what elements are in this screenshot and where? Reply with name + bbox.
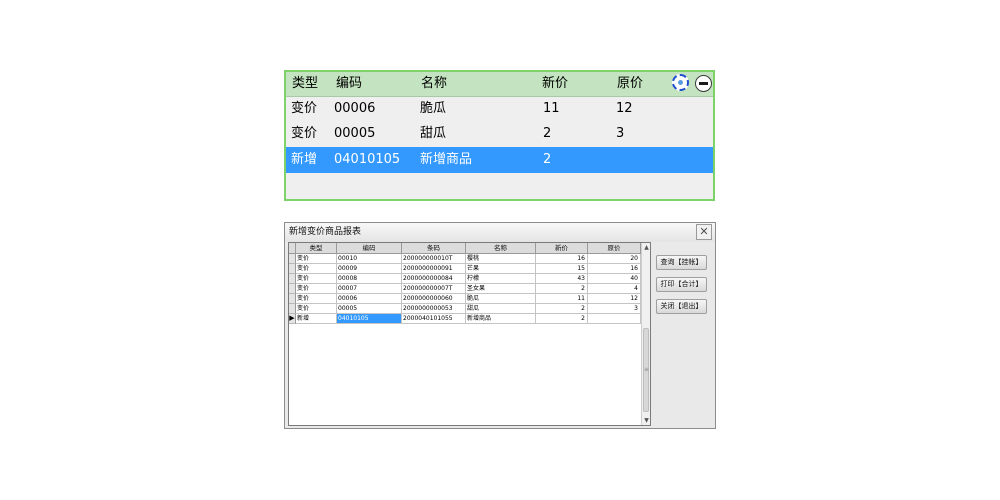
row-type: 变价 <box>291 101 318 116</box>
row-type: 变价 <box>291 126 318 141</box>
cell-name[interactable]: 新增商品 <box>466 314 536 324</box>
cell-old-price[interactable]: 12 <box>588 294 641 304</box>
cell-new-price[interactable]: 2 <box>536 314 588 324</box>
row-header-corner <box>289 243 296 254</box>
cell-new-price[interactable]: 43 <box>536 274 588 284</box>
col-header-code[interactable]: 编码 <box>337 243 402 254</box>
dialog-title: 新增变价商品报表 <box>289 227 362 237</box>
cell-barcode[interactable]: 2000040101055 <box>402 314 466 324</box>
price-change-panel: 类型 编码 名称 新价 原价 变价 00006 脆瓜 11 12 变价 0000… <box>284 70 715 201</box>
row-code: 00005 <box>334 126 376 141</box>
cell-barcode[interactable]: 2000000000053 <box>402 304 466 314</box>
row-new-price: 11 <box>543 101 560 116</box>
cell-type[interactable]: 变价 <box>296 294 337 304</box>
cell-barcode[interactable]: 2000000000091 <box>402 264 466 274</box>
cell-name[interactable]: 甜瓜 <box>466 304 536 314</box>
col-header-name[interactable]: 名称 <box>466 243 536 254</box>
panel-row[interactable]: 变价 00006 脆瓜 11 12 <box>286 96 713 122</box>
report-dialog: 新增变价商品报表 ✕ 类型 编码 条码 名称 新价 原价 变价 00010 20… <box>284 222 716 429</box>
cell-type[interactable]: 变价 <box>296 264 337 274</box>
current-row-marker-icon[interactable]: ▶ <box>289 314 296 324</box>
header-old-price[interactable]: 原价 <box>617 72 643 96</box>
col-header-barcode[interactable]: 条码 <box>402 243 466 254</box>
cell-new-price[interactable]: 16 <box>536 254 588 264</box>
cell-old-price[interactable]: 16 <box>588 264 641 274</box>
cell-name[interactable]: 圣女果 <box>466 284 536 294</box>
row-new-price: 2 <box>543 126 552 141</box>
cell-old-price[interactable] <box>588 314 641 324</box>
cell-type[interactable]: 变价 <box>296 274 337 284</box>
row-code: 04010105 <box>334 152 401 167</box>
row-old-price: 12 <box>616 101 633 116</box>
cell-code[interactable]: 00008 <box>337 274 402 284</box>
minus-circle-icon[interactable] <box>695 75 712 92</box>
header-type[interactable]: 类型 <box>292 72 318 96</box>
cell-code[interactable]: 00007 <box>337 284 402 294</box>
header-new-price[interactable]: 新价 <box>542 72 568 96</box>
col-header-old-price[interactable]: 原价 <box>588 243 641 254</box>
cell-new-price[interactable]: 15 <box>536 264 588 274</box>
close-icon[interactable]: ✕ <box>696 224 712 240</box>
report-grid[interactable]: 类型 编码 条码 名称 新价 原价 变价 00010 200000000010T… <box>288 242 651 426</box>
row-type: 新增 <box>291 152 318 167</box>
cell-barcode[interactable]: 200000000007T <box>402 284 466 294</box>
cell-new-price[interactable]: 11 <box>536 294 588 304</box>
col-header-type[interactable]: 类型 <box>296 243 337 254</box>
row-selector[interactable] <box>289 284 296 294</box>
cell-code[interactable]: 00010 <box>337 254 402 264</box>
scroll-up-icon[interactable]: ▲ <box>642 243 650 252</box>
row-selector[interactable] <box>289 274 296 284</box>
header-name[interactable]: 名称 <box>421 72 447 96</box>
print-button[interactable]: 打印【合计】 <box>656 277 707 292</box>
panel-row[interactable]: 变价 00005 甜瓜 2 3 <box>286 121 713 147</box>
row-selector[interactable] <box>289 294 296 304</box>
cell-old-price[interactable]: 4 <box>588 284 641 294</box>
row-code: 00006 <box>334 101 376 116</box>
cell-type[interactable]: 变价 <box>296 254 337 264</box>
cell-code[interactable]: 00006 <box>337 294 402 304</box>
dialog-titlebar[interactable]: 新增变价商品报表 ✕ <box>285 223 715 242</box>
cell-type[interactable]: 变价 <box>296 304 337 314</box>
row-selector[interactable] <box>289 304 296 314</box>
row-selector[interactable] <box>289 264 296 274</box>
cell-barcode[interactable]: 2000000000060 <box>402 294 466 304</box>
gear-icon[interactable] <box>672 74 689 91</box>
vertical-scrollbar[interactable]: ▲ ≡ ▼ <box>641 243 650 425</box>
row-name: 新增商品 <box>420 152 473 167</box>
cell-type[interactable]: 变价 <box>296 284 337 294</box>
header-code[interactable]: 编码 <box>336 72 362 96</box>
panel-row-selected[interactable]: 新增 04010105 新增商品 2 <box>286 147 713 173</box>
close-button[interactable]: 关闭【退出】 <box>656 299 707 314</box>
row-name: 甜瓜 <box>420 126 447 141</box>
cell-barcode[interactable]: 200000000010T <box>402 254 466 264</box>
cell-new-price[interactable]: 2 <box>536 284 588 294</box>
cell-code-selected[interactable]: 04010105 <box>337 314 402 324</box>
cell-code[interactable]: 00009 <box>337 264 402 274</box>
row-selector[interactable] <box>289 254 296 264</box>
cell-old-price[interactable]: 20 <box>588 254 641 264</box>
scroll-thumb[interactable]: ≡ <box>643 328 649 412</box>
col-header-new-price[interactable]: 新价 <box>536 243 588 254</box>
scroll-down-icon[interactable]: ▼ <box>642 416 650 425</box>
cell-old-price[interactable]: 3 <box>588 304 641 314</box>
cell-type[interactable]: 新增 <box>296 314 337 324</box>
grip-icon: ≡ <box>644 366 650 373</box>
cell-old-price[interactable]: 40 <box>588 274 641 284</box>
row-new-price: 2 <box>543 152 552 167</box>
cell-new-price[interactable]: 2 <box>536 304 588 314</box>
query-button[interactable]: 查询【挂帐】 <box>656 255 707 270</box>
row-name: 脆瓜 <box>420 101 447 116</box>
cell-barcode[interactable]: 2000000000084 <box>402 274 466 284</box>
cell-name[interactable]: 脆瓜 <box>466 294 536 304</box>
cell-code[interactable]: 00005 <box>337 304 402 314</box>
row-old-price: 3 <box>616 126 625 141</box>
cell-name[interactable]: 柠檬 <box>466 274 536 284</box>
cell-name[interactable]: 芒果 <box>466 264 536 274</box>
panel-header: 类型 编码 名称 新价 原价 <box>286 72 713 97</box>
cell-name[interactable]: 樱桃 <box>466 254 536 264</box>
